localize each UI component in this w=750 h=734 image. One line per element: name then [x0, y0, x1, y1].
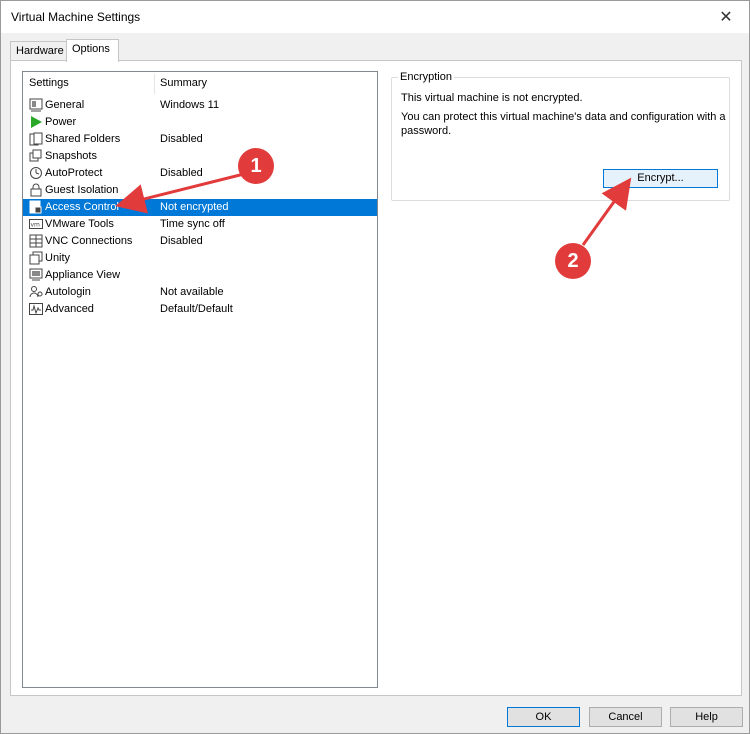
settings-list[interactable]: Settings Summary General Windows 11 Powe…: [22, 71, 378, 688]
help-label: Help: [695, 711, 718, 723]
settings-item-name: Autologin: [45, 286, 91, 298]
annotation-label-1: 1: [250, 155, 262, 177]
window-title: Virtual Machine Settings: [11, 10, 141, 24]
settings-item-name: Unity: [45, 252, 71, 264]
settings-item-autoprotect[interactable]: AutoProtect Disabled: [23, 165, 377, 182]
settings-item-access-control[interactable]: Access Control Not encrypted: [23, 199, 377, 216]
help-button[interactable]: Help: [670, 707, 743, 727]
settings-item-summary: Default/Default: [160, 303, 233, 315]
svg-text:vm: vm: [31, 222, 41, 229]
settings-item-name: Appliance View: [45, 269, 121, 281]
settings-item-name: Advanced: [45, 303, 94, 315]
vmware-tools-icon: vm: [29, 217, 43, 231]
settings-item-power[interactable]: Power: [23, 114, 377, 131]
settings-item-advanced[interactable]: Advanced Default/Default: [23, 301, 377, 318]
settings-item-summary: Disabled: [160, 133, 203, 145]
encryption-description: You can protect this virtual machine's d…: [401, 111, 726, 137]
settings-item-shared-folders[interactable]: Shared Folders Disabled: [23, 131, 377, 148]
settings-item-name: AutoProtect: [45, 167, 103, 179]
settings-item-summary: Not encrypted: [160, 201, 229, 213]
settings-item-summary: Disabled: [160, 167, 203, 179]
tab-options[interactable]: Options: [66, 39, 119, 62]
settings-item-unity[interactable]: Unity: [23, 250, 377, 267]
encrypt-button[interactable]: Encrypt...: [603, 169, 718, 188]
title-bar: Virtual Machine Settings ✕: [1, 1, 749, 33]
column-header-summary[interactable]: Summary: [160, 77, 207, 89]
settings-item-snapshots[interactable]: Snapshots: [23, 148, 377, 165]
tab-options-label: Options: [72, 43, 110, 55]
vnc-icon: [29, 234, 43, 248]
snapshots-icon: [29, 149, 43, 163]
tab-hardware[interactable]: Hardware: [10, 41, 67, 61]
cancel-label: Cancel: [608, 711, 643, 723]
close-button[interactable]: ✕: [703, 1, 749, 33]
settings-item-summary: Disabled: [160, 235, 203, 247]
advanced-icon: [29, 302, 43, 316]
settings-item-name: Guest Isolation: [45, 184, 119, 196]
unity-icon: [29, 251, 43, 265]
settings-item-name: VNC Connections: [45, 235, 133, 247]
autologin-icon: [29, 285, 43, 299]
options-panel: Settings Summary General Windows 11 Powe…: [10, 60, 742, 696]
settings-item-summary: Time sync off: [160, 218, 225, 230]
settings-item-name: VMware Tools: [45, 218, 114, 230]
general-icon: [29, 98, 43, 112]
annotation-label-2: 2: [567, 250, 579, 272]
settings-item-autologin[interactable]: Autologin Not available: [23, 284, 377, 301]
shared-folders-icon: [29, 132, 43, 146]
settings-item-vnc-connections[interactable]: VNC Connections Disabled: [23, 233, 377, 250]
close-icon: ✕: [719, 9, 733, 26]
appliance-view-icon: [29, 268, 43, 282]
settings-item-appliance-view[interactable]: Appliance View: [23, 267, 377, 284]
encryption-legend: Encryption: [398, 71, 454, 83]
column-divider[interactable]: [154, 74, 155, 94]
settings-dialog: Virtual Machine Settings ✕ Hardware Opti…: [0, 0, 750, 734]
encryption-status: This virtual machine is not encrypted.: [401, 92, 583, 104]
settings-item-name: Shared Folders: [45, 133, 121, 145]
cancel-button[interactable]: Cancel: [589, 707, 662, 727]
tab-hardware-label: Hardware: [16, 45, 64, 57]
list-header: Settings Summary: [23, 72, 377, 94]
ok-label: OK: [535, 711, 552, 723]
access-control-icon: [29, 200, 43, 214]
autoprotect-icon: [29, 166, 43, 180]
settings-item-name: General: [45, 99, 85, 111]
lock-icon: [29, 183, 43, 197]
power-icon: [29, 115, 43, 129]
settings-item-vmware-tools[interactable]: vm VMware Tools Time sync off: [23, 216, 377, 233]
settings-item-name: Power: [45, 116, 77, 128]
settings-item-general[interactable]: General Windows 11: [23, 97, 377, 114]
encryption-group: Encryption This virtual machine is not e…: [391, 71, 730, 201]
encrypt-button-label: Encrypt...: [637, 172, 684, 184]
settings-item-name: Access Control: [45, 201, 119, 213]
settings-item-name: Snapshots: [45, 150, 97, 162]
ok-button[interactable]: OK: [507, 707, 580, 727]
settings-item-summary: Windows 11: [160, 99, 220, 111]
settings-item-guest-isolation[interactable]: Guest Isolation: [23, 182, 377, 199]
settings-item-summary: Not available: [160, 286, 224, 298]
column-header-settings[interactable]: Settings: [29, 77, 69, 89]
